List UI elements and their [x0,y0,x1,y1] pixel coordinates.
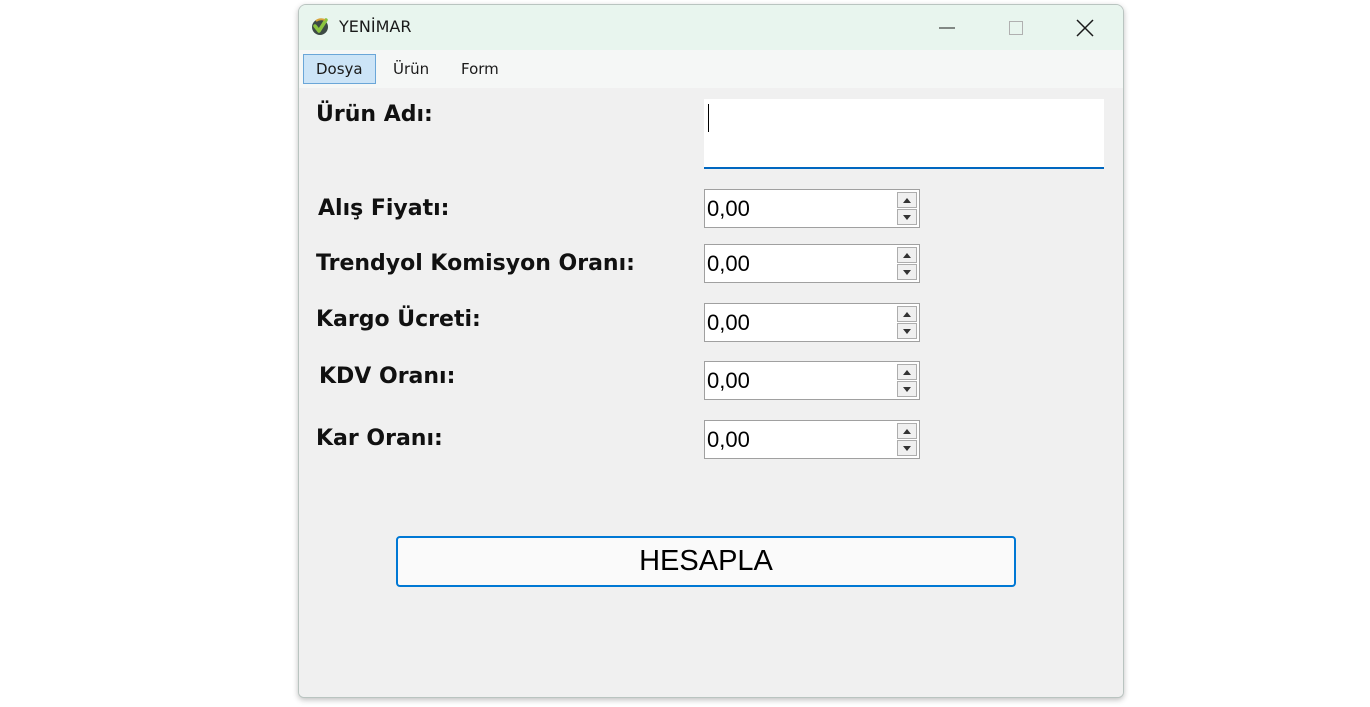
decrement-button[interactable] [897,209,917,225]
increment-button[interactable] [897,306,917,322]
increment-button[interactable] [897,247,917,263]
close-icon [1076,18,1094,37]
purchase-price-label: Alış Fiyatı: [318,196,450,221]
arrow-up-icon [903,369,911,375]
close-button[interactable] [1051,5,1119,50]
menu-item-urun[interactable]: Ürün [381,54,441,84]
arrow-up-icon [903,197,911,203]
vat-rate-stepper [897,364,917,397]
profit-rate-input[interactable]: 0,00 [704,420,920,459]
menu-bar: Dosya Ürün Form [299,50,1123,88]
shipping-fee-input[interactable]: 0,00 [704,303,920,342]
menu-item-form[interactable]: Form [449,54,511,84]
profit-rate-value: 0,00 [707,427,750,452]
arrow-down-icon [903,328,911,334]
increment-button[interactable] [897,192,917,208]
decrement-button[interactable] [897,381,917,397]
calculate-button[interactable]: HESAPLA [396,536,1016,587]
arrow-up-icon [903,311,911,317]
purchase-price-value: 0,00 [707,196,750,221]
profit-rate-label: Kar Oranı: [316,426,443,451]
decrement-button[interactable] [897,440,917,456]
decrement-button[interactable] [897,323,917,339]
increment-button[interactable] [897,423,917,439]
form-area: Ürün Adı: Alış Fiyatı: 0,00 Trendyol Kom… [299,88,1123,697]
arrow-down-icon [903,269,911,275]
vat-rate-value: 0,00 [707,368,750,393]
arrow-down-icon [903,445,911,451]
commission-rate-value: 0,00 [707,251,750,276]
arrow-up-icon [903,252,911,258]
minimize-button[interactable] [913,5,981,50]
maximize-button[interactable] [982,5,1050,50]
purchase-price-input[interactable]: 0,00 [704,189,920,228]
purchase-price-stepper [897,192,917,225]
yenimar-logo-icon [312,18,328,35]
maximize-icon [1009,20,1023,35]
commission-rate-label: Trendyol Komisyon Oranı: [316,251,635,276]
app-window: YENİMAR Dosya Ürün Form Ürün Adı: Alış F… [298,4,1124,698]
window-title: YENİMAR [339,17,412,36]
shipping-fee-value: 0,00 [707,310,750,335]
decrement-button[interactable] [897,264,917,280]
increment-button[interactable] [897,364,917,380]
commission-rate-stepper [897,247,917,280]
shipping-fee-stepper [897,306,917,339]
profit-rate-stepper [897,423,917,456]
menu-item-dosya[interactable]: Dosya [303,54,376,84]
product-name-input[interactable] [704,99,1104,169]
minimize-icon [939,27,955,28]
arrow-down-icon [903,386,911,392]
product-name-label: Ürün Adı: [316,102,433,127]
text-caret [708,104,709,132]
vat-rate-input[interactable]: 0,00 [704,361,920,400]
title-bar[interactable]: YENİMAR [299,5,1123,50]
shipping-fee-label: Kargo Ücreti: [316,307,481,332]
arrow-up-icon [903,428,911,434]
arrow-down-icon [903,214,911,220]
commission-rate-input[interactable]: 0,00 [704,244,920,283]
vat-rate-label: KDV Oranı: [319,364,456,389]
